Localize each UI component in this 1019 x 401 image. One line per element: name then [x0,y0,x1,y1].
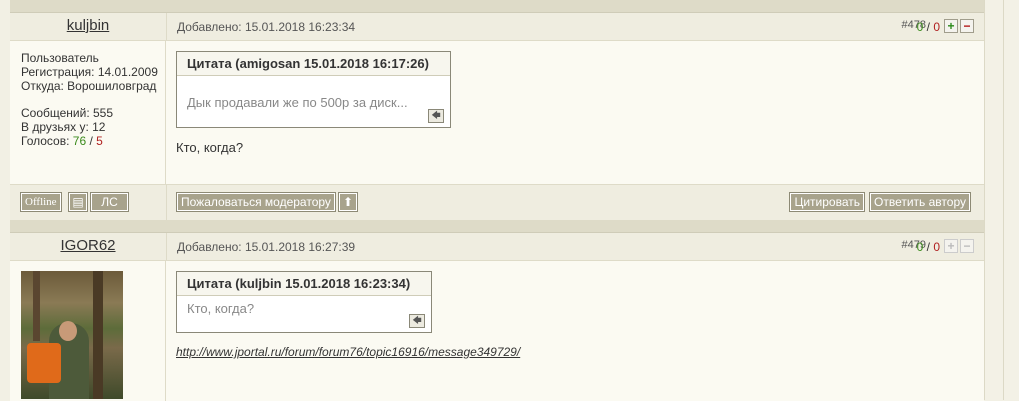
post-separator [10,0,984,13]
post-text: Кто, когда? [176,140,244,155]
scroll-up-icon[interactable]: ⬆ [338,192,358,212]
post-header: IGOR62 Добавлено: 15.01.2018 16:27:39 #4… [10,233,984,261]
post-body: Цитата (kuljbin 15.01.2018 16:23:34) Кто… [10,261,984,401]
vote-plus-button[interactable]: + [944,239,958,253]
quote-text: Кто, когда? [187,301,255,316]
quote-block: Цитата (amigosan 15.01.2018 16:17:26) Ды… [176,51,451,128]
votes-negative: 0 [933,20,940,34]
post-votes: 0 / 0 [917,20,940,34]
quote-title: Цитата (amigosan 15.01.2018 16:17:26) [177,52,450,76]
forum-thread: kuljbin Добавлено: 15.01.2018 16:23:34 #… [10,0,984,401]
post-separator [10,220,984,233]
post-link[interactable]: http://www.jportal.ru/forum/forum76/topi… [176,345,520,359]
post-votes: 0 / 0 [917,240,940,254]
right-scroll-area [984,0,1019,400]
author-location: Откуда: Ворошиловград [21,79,157,93]
post-footer: Offline ▤ ЛС Пожаловаться модератору ⬆ Ц… [10,184,984,220]
votes-separator: / [923,240,934,254]
quote-text: Дык продавали же по 500р за диск... [187,95,408,110]
post-content: Цитата (amigosan 15.01.2018 16:17:26) Ды… [166,41,984,184]
post-date: Добавлено: 15.01.2018 16:23:34 [177,20,356,34]
author-friends-count: В друзьях у: 12 [21,120,106,134]
profile-icon[interactable]: ▤ [68,192,88,212]
quote-back-icon[interactable]: 🡄 [428,109,444,123]
author-message-count: Сообщений: 555 [21,106,114,120]
reply-author-button[interactable]: Ответить автору [869,192,971,212]
author-info [10,261,166,401]
author-role: Пользователь [21,51,99,65]
author-votes-negative: 5 [96,134,103,148]
avatar [21,271,123,399]
quote-title: Цитата (kuljbin 15.01.2018 16:23:34) [177,272,431,296]
author-registered: Регистрация: 14.01.2009 [21,65,158,79]
private-message-button[interactable]: ЛС [90,192,129,212]
author-name-link[interactable]: IGOR62 [10,233,167,260]
vote-minus-button[interactable]: − [960,239,974,253]
offline-status-badge: Offline [20,192,62,212]
votes-negative: 0 [933,240,940,254]
author-votes: Голосов: 76 / 5 [21,134,103,148]
post-date: Добавлено: 15.01.2018 16:27:39 [177,240,356,254]
quote-button[interactable]: Цитировать [789,192,865,212]
vote-plus-button[interactable]: + [944,19,958,33]
author-info: Пользователь Регистрация: 14.01.2009 Отк… [10,41,166,184]
quote-back-icon[interactable]: 🡄 [409,314,425,328]
author-name-link[interactable]: kuljbin [10,13,167,40]
forum-post: kuljbin Добавлено: 15.01.2018 16:23:34 #… [10,13,984,220]
post-content: Цитата (kuljbin 15.01.2018 16:23:34) Кто… [166,261,984,401]
author-votes-positive: 76 [72,134,87,148]
quote-block: Цитата (kuljbin 15.01.2018 16:23:34) Кто… [176,271,432,333]
right-divider [1003,0,1004,400]
forum-post: IGOR62 Добавлено: 15.01.2018 16:27:39 #4… [10,233,984,401]
post-header: kuljbin Добавлено: 15.01.2018 16:23:34 #… [10,13,984,41]
report-moderator-button[interactable]: Пожаловаться модератору [176,192,336,212]
post-body: Пользователь Регистрация: 14.01.2009 Отк… [10,41,984,184]
vote-minus-button[interactable]: − [960,19,974,33]
votes-separator: / [923,20,934,34]
